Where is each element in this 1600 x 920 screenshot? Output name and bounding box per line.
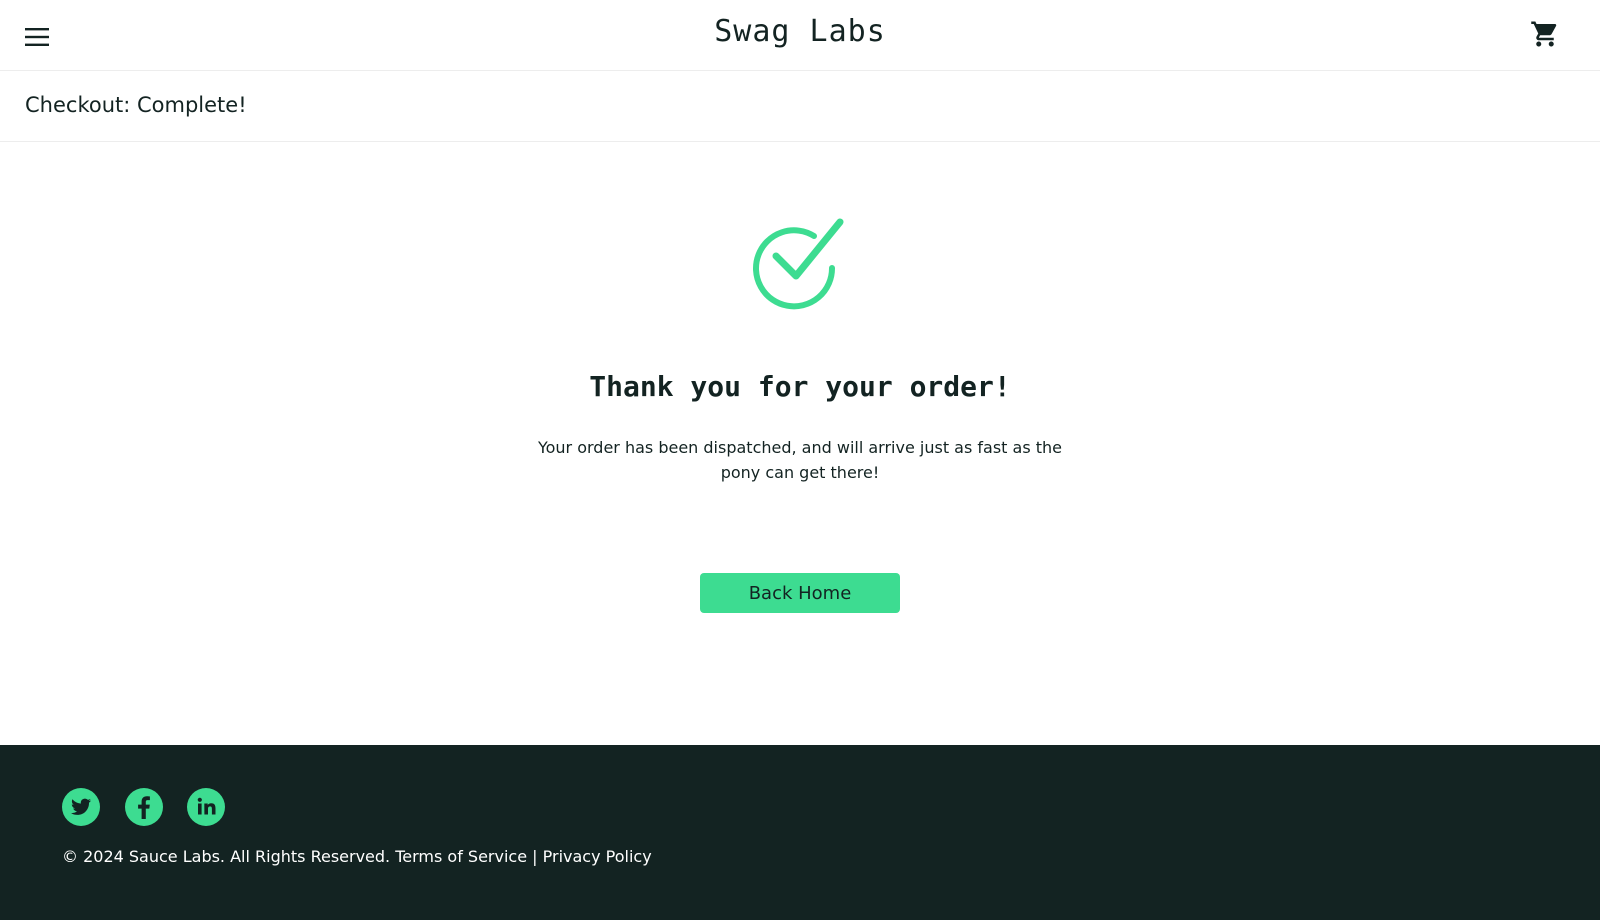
twitter-icon (62, 788, 100, 826)
linkedin-icon (187, 788, 225, 826)
facebook-icon (125, 788, 163, 826)
hamburger-menu-icon (25, 28, 49, 46)
footer: © 2024 Sauce Labs. All Rights Reserved. … (0, 745, 1600, 920)
linkedin-link[interactable] (187, 788, 225, 826)
back-home-button[interactable]: Back Home (700, 573, 900, 613)
twitter-link[interactable] (62, 788, 100, 826)
facebook-link[interactable] (125, 788, 163, 826)
footer-copyright: © 2024 Sauce Labs. All Rights Reserved. … (62, 847, 652, 866)
secondary-header: Checkout: Complete! (0, 71, 1600, 142)
shopping-cart-button[interactable] (1527, 16, 1563, 52)
app-logo: Swag Labs (714, 14, 886, 49)
shopping-cart-icon (1531, 21, 1557, 47)
page-title: Checkout: Complete! (25, 93, 247, 117)
checkmark-icon (753, 218, 844, 310)
primary-header: Swag Labs (0, 0, 1600, 71)
complete-text: Your order has been dispatched, and will… (537, 438, 1063, 482)
menu-button[interactable] (20, 20, 54, 54)
complete-header: Thank you for your order! (589, 370, 1011, 403)
